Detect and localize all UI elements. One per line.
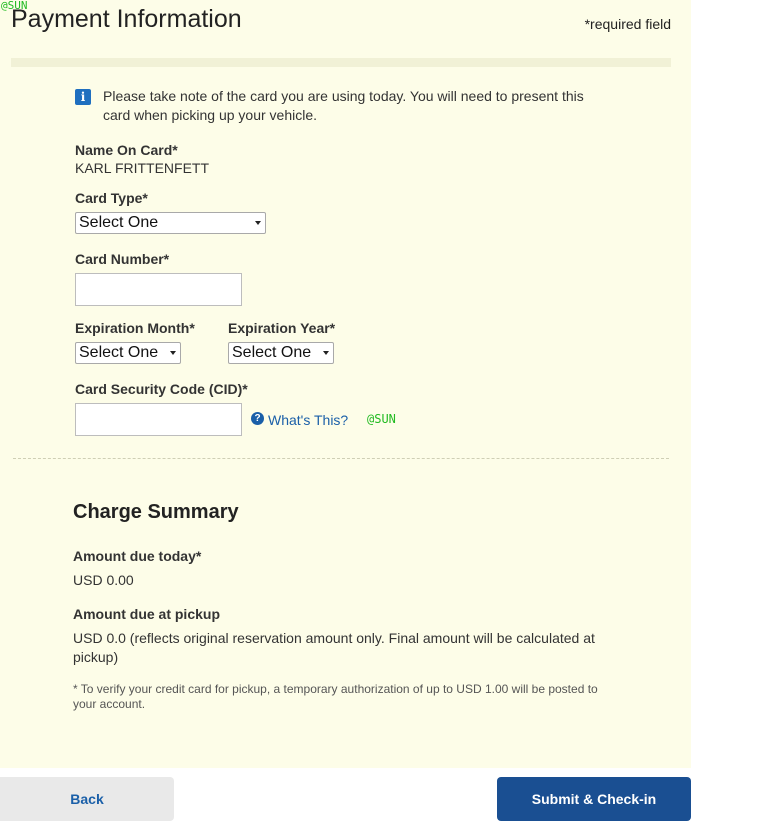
name-on-card-label: Name On Card* — [75, 142, 178, 158]
amount-due-today-label: Amount due today* — [73, 548, 202, 564]
submit-check-in-button[interactable]: Submit & Check-in — [497, 777, 691, 821]
exp-year-select[interactable]: Select One — [228, 342, 334, 364]
back-button[interactable]: Back — [0, 777, 174, 821]
card-number-input[interactable] — [75, 273, 242, 306]
card-number-label: Card Number* — [75, 251, 170, 267]
exp-year-selected: Select One — [232, 344, 312, 361]
page-title: Payment Information — [11, 5, 242, 33]
chevron-down-icon — [170, 351, 176, 355]
authorization-footnote: * To verify your credit card for pickup,… — [73, 682, 598, 711]
name-on-card-value: KARL FRITTENFETT — [75, 160, 210, 176]
section-divider — [13, 458, 669, 459]
amount-due-pickup-label: Amount due at pickup — [73, 606, 220, 622]
title-divider-bar — [11, 58, 671, 67]
whats-this-link[interactable]: What's This? — [268, 412, 348, 428]
card-type-select[interactable]: Select One — [75, 212, 266, 234]
cid-label: Card Security Code (CID)* — [75, 381, 248, 397]
exp-month-selected: Select One — [79, 344, 159, 361]
required-field-note: *required field — [584, 16, 671, 32]
watermark-inline: @SUN — [367, 412, 396, 426]
amount-due-today-value: USD 0.00 — [73, 572, 134, 588]
chevron-down-icon — [323, 351, 329, 355]
amount-due-pickup-value: USD 0.0 (reflects original reservation a… — [73, 630, 595, 665]
exp-month-label: Expiration Month* — [75, 320, 195, 336]
card-notice-text: Please take note of the card you are usi… — [103, 88, 584, 123]
payment-page: @SUN Payment Information *required field… — [0, 0, 766, 839]
card-type-selected: Select One — [79, 214, 159, 231]
exp-year-label: Expiration Year* — [228, 320, 336, 336]
card-type-label: Card Type* — [75, 190, 148, 206]
chevron-down-icon — [255, 221, 261, 225]
charge-summary-title: Charge Summary — [73, 501, 239, 523]
question-circle-icon[interactable]: ? — [251, 412, 264, 425]
info-icon: i — [75, 89, 91, 105]
exp-month-select[interactable]: Select One — [75, 342, 181, 364]
cid-input[interactable] — [75, 403, 242, 436]
